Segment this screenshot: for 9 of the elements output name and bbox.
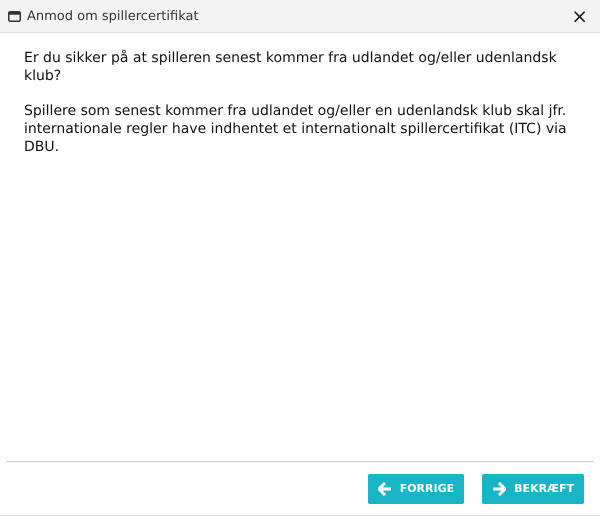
message-text: Spillere som senest kommer fra udlandet og/eller en udenlandsk klub skal jfr. internationale regler have indhentet et internationalt spillercertifikat (ITC) via DBU. — [24, 102, 568, 156]
window-title: Anmod om spillercertifikat — [27, 8, 200, 24]
window-icon — [8, 10, 21, 22]
arrow-right-icon — [492, 482, 506, 496]
confirm-button[interactable]: BEKRÆFT — [482, 474, 584, 504]
back-button[interactable]: FORRIGE — [368, 474, 464, 504]
arrow-left-icon — [378, 482, 392, 496]
message-text: Er du sikker på at spilleren senest kommer fra udlandet og/eller udenlandsk klub? — [24, 49, 558, 85]
close-button[interactable]: × — [567, 7, 592, 25]
